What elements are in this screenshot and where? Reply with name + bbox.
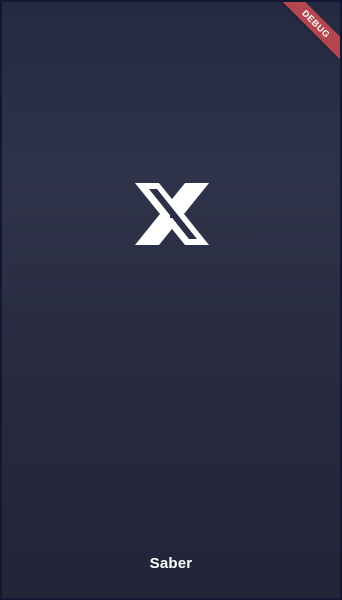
app-name-label: Saber	[149, 555, 193, 572]
debug-ribbon-label: DEBUG	[274, 2, 340, 66]
splash-screen: Saber DEBUG	[0, 0, 342, 600]
saber-x-logo-icon	[135, 183, 209, 245]
debug-banner: DEBUG	[268, 2, 340, 74]
